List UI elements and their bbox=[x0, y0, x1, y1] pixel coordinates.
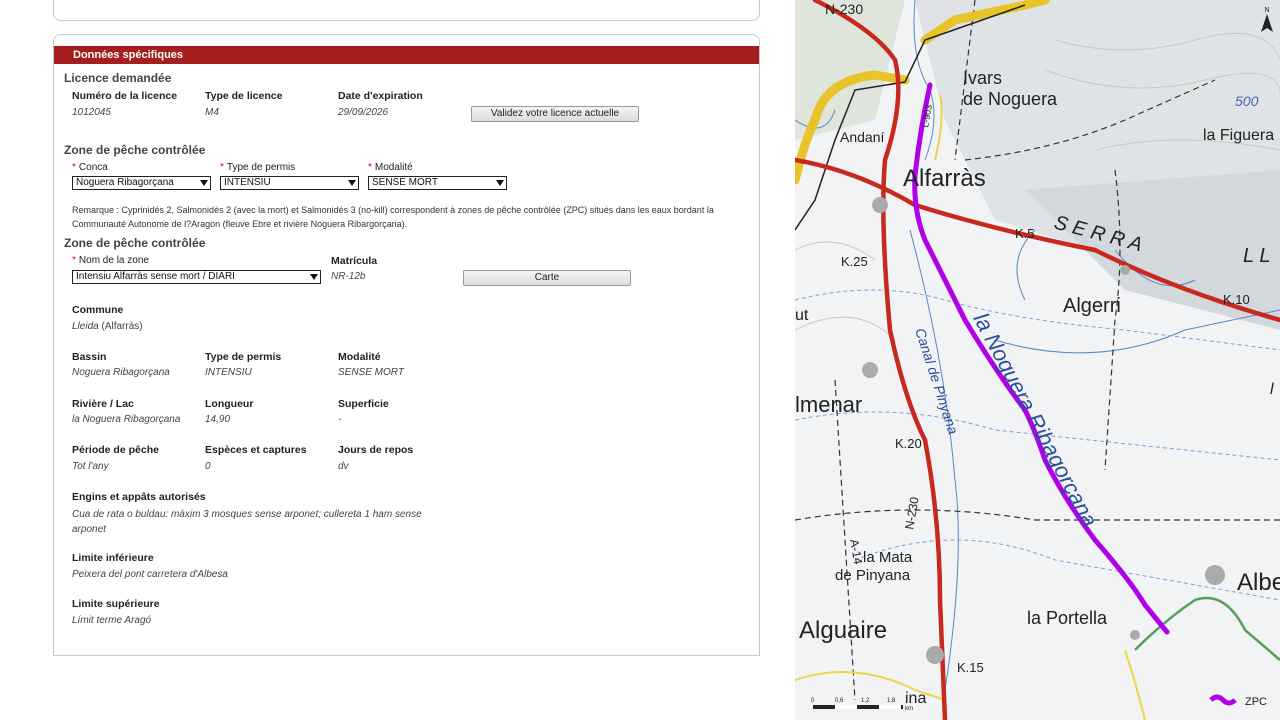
permit-type-select[interactable]: INTENSIU bbox=[220, 176, 359, 190]
svg-text:K.20: K.20 bbox=[895, 436, 922, 451]
svg-text:ina: ina bbox=[905, 690, 926, 707]
lower-limit-value: Peixera del pont carretera d'Albesa bbox=[72, 569, 228, 580]
section-header: Données spécifiques bbox=[54, 46, 759, 64]
expiry-date-label: Date d'expiration bbox=[338, 90, 423, 102]
upper-limit-label: Limite supérieure bbox=[72, 598, 160, 610]
zone-name-select[interactable]: Intensiu Alfarràs sense mort / DIARI bbox=[72, 270, 321, 284]
svg-text:Algerri: Algerri bbox=[1063, 295, 1121, 317]
svg-text:L L: L L bbox=[1243, 245, 1270, 267]
svg-text:0,6: 0,6 bbox=[835, 698, 844, 704]
remark-text: Remarque : Cyprinidés 2, Salmonidés 2 (a… bbox=[72, 205, 714, 229]
length-label: Longueur bbox=[205, 398, 254, 410]
svg-text:ut: ut bbox=[795, 307, 809, 324]
licence-number-label: Numéro de la licence bbox=[72, 90, 178, 102]
gear-label: Engins et appâts autorisés bbox=[72, 491, 206, 503]
topographic-map: N N-230 Ivars de Noguera 500 Andaní la F… bbox=[795, 0, 1280, 720]
commune-label: Commune bbox=[72, 304, 124, 316]
river-label: Rivière / Lac bbox=[72, 398, 134, 410]
licence-heading: Licence demandée bbox=[64, 71, 172, 85]
detail-permit-value: INTENSIU bbox=[205, 367, 252, 378]
svg-text:la Figuera: la Figuera bbox=[1203, 127, 1274, 144]
gear-value: Cua de rata o buldau: màxim 3 mosques se… bbox=[72, 509, 422, 535]
licence-type-label: Type de licence bbox=[205, 90, 283, 102]
svg-text:K.5: K.5 bbox=[1015, 226, 1035, 241]
zone-map[interactable]: N N-230 Ivars de Noguera 500 Andaní la F… bbox=[795, 0, 1280, 720]
svg-text:Ivars: Ivars bbox=[963, 68, 1002, 88]
map-button[interactable]: Carte bbox=[463, 270, 631, 286]
expiry-date-value: 29/09/2026 bbox=[338, 107, 389, 118]
zone-heading-2: Zone de pêche contrôlée bbox=[64, 236, 206, 250]
species-label: Espèces et captures bbox=[205, 444, 307, 456]
detail-modality-label: Modalité bbox=[338, 351, 381, 363]
chevron-down-icon bbox=[310, 274, 318, 280]
svg-text:Andaní: Andaní bbox=[840, 129, 884, 145]
svg-text:N-230: N-230 bbox=[825, 1, 863, 17]
river-value: la Noguera Ribagorçana bbox=[72, 414, 181, 425]
svg-text:1,2: 1,2 bbox=[861, 698, 870, 704]
svg-text:K.25: K.25 bbox=[841, 254, 868, 269]
rest-days-label: Jours de repos bbox=[338, 444, 414, 456]
conca-label: * Conca bbox=[72, 162, 108, 173]
surface-value: - bbox=[338, 414, 342, 425]
svg-text:l: l bbox=[1270, 381, 1274, 398]
svg-text:de Noguera: de Noguera bbox=[963, 89, 1058, 109]
licence-number-value: 1012045 bbox=[72, 107, 111, 118]
detail-modality-value: SENSE MORT bbox=[338, 367, 404, 378]
svg-text:500: 500 bbox=[1235, 93, 1259, 109]
svg-text:de Pinyana: de Pinyana bbox=[835, 567, 911, 584]
zone-heading-1: Zone de pêche contrôlée bbox=[64, 143, 206, 157]
rest-days-value: dv bbox=[338, 461, 349, 472]
detail-permit-label: Type de permis bbox=[205, 351, 282, 363]
svg-text:N: N bbox=[1264, 7, 1269, 14]
basin-value: Noguera Ribagorçana bbox=[72, 367, 170, 378]
commune-value: Lleida (Alfarràs) bbox=[72, 321, 143, 332]
svg-text:1,8: 1,8 bbox=[887, 698, 896, 704]
svg-text:la Mata: la Mata bbox=[863, 549, 913, 566]
chevron-down-icon bbox=[496, 180, 504, 186]
zone-name-label: * Nom de la zone bbox=[72, 255, 149, 266]
svg-text:Albe: Albe bbox=[1237, 569, 1280, 596]
conca-select[interactable]: Noguera Ribagorçana bbox=[72, 176, 211, 190]
svg-text:km: km bbox=[905, 706, 913, 712]
basin-label: Bassin bbox=[72, 351, 107, 363]
svg-text:la Portella: la Portella bbox=[1027, 608, 1108, 628]
lower-limit-label: Limite inférieure bbox=[72, 552, 154, 564]
svg-text:Alfarràs: Alfarràs bbox=[903, 165, 986, 192]
svg-text:ZPC: ZPC bbox=[1245, 696, 1267, 708]
surface-label: Superficie bbox=[338, 398, 389, 410]
svg-text:K.15: K.15 bbox=[957, 660, 984, 675]
chevron-down-icon bbox=[200, 180, 208, 186]
licence-type-value: M4 bbox=[205, 107, 219, 118]
modality-select[interactable]: SENSE MORT bbox=[368, 176, 507, 190]
chevron-down-icon bbox=[348, 180, 356, 186]
permit-type-label: * Type de permis bbox=[220, 162, 296, 173]
svg-text:Alguaire: Alguaire bbox=[799, 617, 887, 644]
svg-text:lmenar: lmenar bbox=[795, 392, 862, 417]
upper-limit-value: Límit terme Aragó bbox=[72, 615, 152, 626]
length-value: 14,90 bbox=[205, 414, 231, 425]
validate-licence-button[interactable]: Validez votre licence actuelle bbox=[471, 106, 639, 122]
modality-label: * Modalité bbox=[368, 162, 413, 173]
matricula-label: Matrícula bbox=[331, 255, 378, 267]
specific-data-panel: Données spécifiques Licence demandée Num… bbox=[53, 34, 760, 656]
period-value: Tot l'any bbox=[72, 461, 109, 472]
species-value: 0 bbox=[205, 461, 211, 472]
svg-text:K.10: K.10 bbox=[1223, 292, 1250, 307]
period-label: Période de pêche bbox=[72, 444, 159, 456]
previous-panel bbox=[53, 0, 760, 21]
matricula-value: NR-12b bbox=[331, 271, 366, 282]
